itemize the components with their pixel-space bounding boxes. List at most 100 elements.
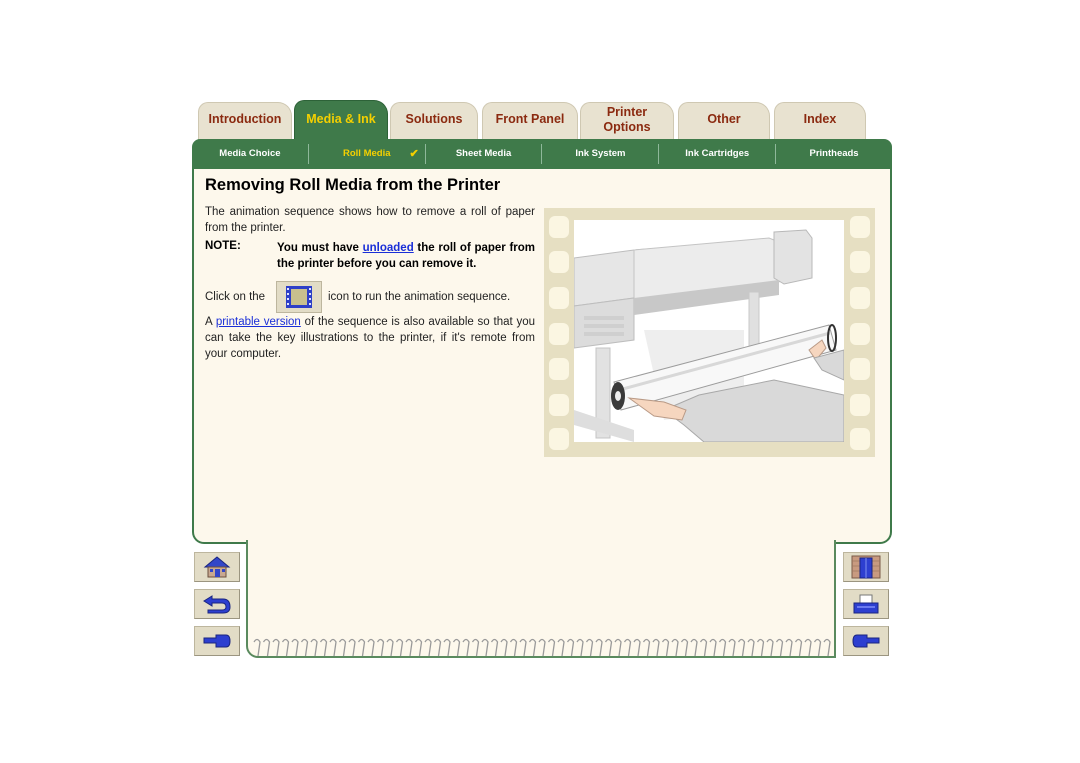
spiral-ring — [747, 638, 755, 657]
spiral-ring — [775, 638, 784, 657]
subnav-roll-media[interactable]: Roll Media ✔ — [309, 144, 426, 164]
tab-media-ink[interactable]: Media & Ink — [294, 100, 388, 142]
subnav-ink-cartridges[interactable]: Ink Cartridges — [659, 144, 777, 164]
tab-index[interactable]: Index — [774, 102, 866, 140]
spiral-ring — [519, 638, 527, 657]
spiral-ring — [709, 638, 717, 657]
spiral-ring — [433, 638, 442, 657]
film-hole — [850, 428, 870, 450]
next-page-button[interactable] — [843, 626, 889, 656]
spiral-ring — [813, 638, 822, 657]
run-animation-button[interactable] — [276, 281, 322, 313]
spiral-ring — [604, 638, 613, 657]
printer-icon — [853, 594, 879, 614]
subnav-label: Printheads — [809, 148, 859, 159]
tab-label: Media & Ink — [306, 112, 376, 126]
print-button[interactable] — [843, 589, 889, 619]
film-hole — [549, 287, 569, 309]
spiral-ring — [614, 638, 622, 657]
film-hole — [549, 323, 569, 345]
spiral-ring — [633, 638, 641, 657]
printer-illustration — [574, 229, 844, 442]
home-button[interactable] — [194, 552, 240, 582]
tab-label: Solutions — [405, 112, 463, 126]
click-text-after: icon to run the animation sequence. — [328, 291, 511, 303]
back-button[interactable] — [194, 589, 240, 619]
spiral-ring — [300, 638, 309, 657]
previous-page-hand-icon — [203, 634, 231, 648]
film-hole — [549, 251, 569, 273]
spiral-ring — [490, 638, 499, 657]
spiral-ring — [500, 638, 508, 657]
film-hole — [850, 323, 870, 345]
panel-border — [834, 540, 836, 658]
spiral-ring — [481, 638, 489, 657]
previous-page-button[interactable] — [194, 626, 240, 656]
home-icon — [203, 556, 231, 578]
film-hole — [549, 358, 569, 380]
film-hole — [850, 394, 870, 416]
tab-printer-options[interactable]: Printer Options — [580, 102, 674, 140]
spiral-ring — [414, 638, 423, 657]
spiral-ring — [538, 638, 546, 657]
exit-door-icon — [851, 555, 881, 579]
spiral-ring — [357, 638, 366, 657]
film-strip-icon — [286, 286, 312, 308]
spiral-ring — [595, 638, 603, 657]
printable-version-link[interactable]: printable version — [216, 316, 301, 328]
tab-solutions[interactable]: Solutions — [390, 102, 478, 140]
spiral-ring — [728, 638, 736, 657]
spiral-ring — [395, 638, 404, 657]
note-text: You must have unloaded the roll of paper… — [277, 240, 535, 272]
spiral-ring — [528, 638, 537, 657]
exit-button[interactable] — [843, 552, 889, 582]
back-arrow-icon — [203, 595, 231, 614]
spiral-ring — [690, 638, 698, 657]
subnav-label: Sheet Media — [455, 148, 512, 159]
unloaded-link[interactable]: unloaded — [363, 242, 414, 254]
spiral-ring — [794, 638, 803, 657]
subnav-printheads[interactable]: Printheads — [776, 144, 892, 164]
spiral-ring — [281, 638, 290, 657]
spiral-ring — [424, 638, 432, 657]
animation-illustration-frame — [544, 208, 875, 457]
film-hole — [549, 216, 569, 238]
subnav-label: Ink Cartridges — [685, 148, 750, 159]
spiral-ring — [319, 638, 328, 657]
film-hole — [850, 287, 870, 309]
subnav-sheet-media[interactable]: Sheet Media — [426, 144, 543, 164]
spiral-ring — [462, 638, 470, 657]
spiral-ring — [253, 638, 261, 657]
tab-other[interactable]: Other — [678, 102, 770, 140]
checkmark-icon: ✔ — [409, 148, 419, 160]
main-tab-bar: Introduction Media & Ink Solutions Front… — [190, 100, 890, 142]
spiral-ring — [338, 638, 347, 657]
tab-introduction[interactable]: Introduction — [198, 102, 292, 140]
sub-navigation: Media Choice Roll Media ✔ Sheet Media Ink… — [192, 139, 892, 169]
spiral-ring — [671, 638, 679, 657]
spiral-ring — [557, 638, 565, 657]
spiral-ring — [661, 638, 670, 657]
spiral-ring — [623, 638, 632, 657]
spiral-ring — [471, 638, 480, 657]
spiral-ring — [367, 638, 375, 657]
tab-label: Introduction — [208, 112, 282, 126]
spiral-ring — [376, 638, 385, 657]
spiral-ring — [756, 638, 765, 657]
spiral-ring — [348, 638, 356, 657]
spiral-ring — [547, 638, 556, 657]
tab-front-panel[interactable]: Front Panel — [482, 102, 578, 140]
subnav-label: Ink System — [575, 148, 626, 159]
subnav-label: Roll Media — [342, 148, 391, 159]
tab-label-line2: Options — [603, 119, 651, 134]
note-label: NOTE: — [205, 240, 241, 252]
subnav-media-choice[interactable]: Media Choice — [192, 144, 309, 164]
spiral-ring — [642, 638, 651, 657]
subnav-ink-system[interactable]: Ink System — [542, 144, 660, 164]
spiral-ring — [452, 638, 461, 657]
subnav-label: Media Choice — [219, 148, 281, 159]
film-hole — [850, 251, 870, 273]
film-hole — [549, 394, 569, 416]
spiral-ring — [443, 638, 451, 657]
film-hole — [850, 216, 870, 238]
